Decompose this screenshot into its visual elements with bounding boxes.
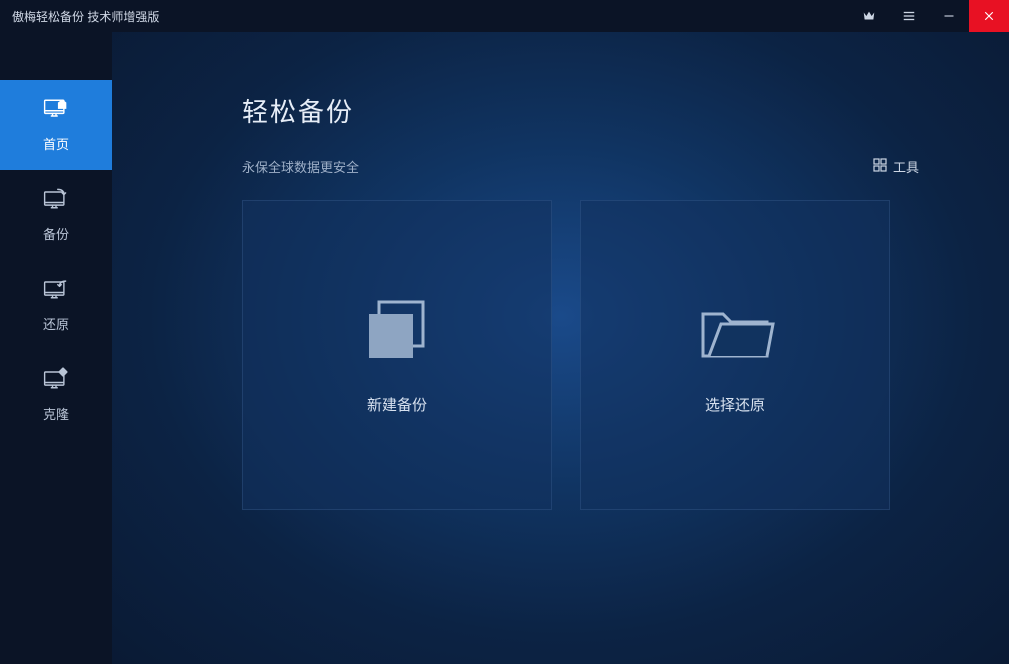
tools-label: 工具 <box>893 157 919 176</box>
sidebar-item-label: 首页 <box>43 134 69 153</box>
sidebar: 首页 备份 还原 <box>0 32 112 664</box>
titlebar: 傲梅轻松备份 技术师增强版 <box>0 0 1009 32</box>
clone-icon <box>42 367 70 394</box>
page-subtitle: 永保全球数据更安全 <box>242 157 359 176</box>
tools-link[interactable]: 工具 <box>873 157 919 176</box>
backup-icon <box>42 187 70 214</box>
card-select-restore[interactable]: 选择还原 <box>580 200 890 510</box>
crown-button[interactable] <box>849 0 889 32</box>
card-label: 选择还原 <box>705 394 765 415</box>
close-button[interactable] <box>969 0 1009 32</box>
sidebar-item-clone[interactable]: 克隆 <box>0 350 112 440</box>
sidebar-item-home[interactable]: 首页 <box>0 80 112 170</box>
restore-folder-icon <box>695 296 775 366</box>
card-new-backup[interactable]: 新建备份 <box>242 200 552 510</box>
sidebar-item-restore[interactable]: 还原 <box>0 260 112 350</box>
main-area: 轻松备份 永保全球数据更安全 工具 <box>112 32 1009 664</box>
restore-icon <box>42 277 70 304</box>
minimize-button[interactable] <box>929 0 969 32</box>
home-icon <box>42 97 70 124</box>
app-title: 傲梅轻松备份 技术师增强版 <box>12 8 849 25</box>
sidebar-item-label: 备份 <box>43 224 69 243</box>
new-backup-icon <box>357 296 437 366</box>
card-label: 新建备份 <box>367 394 427 415</box>
page-title: 轻松备份 <box>242 92 919 129</box>
sidebar-item-label: 还原 <box>43 314 69 333</box>
grid-icon <box>873 158 887 175</box>
menu-button[interactable] <box>889 0 929 32</box>
sidebar-item-backup[interactable]: 备份 <box>0 170 112 260</box>
sidebar-item-label: 克隆 <box>43 404 69 423</box>
